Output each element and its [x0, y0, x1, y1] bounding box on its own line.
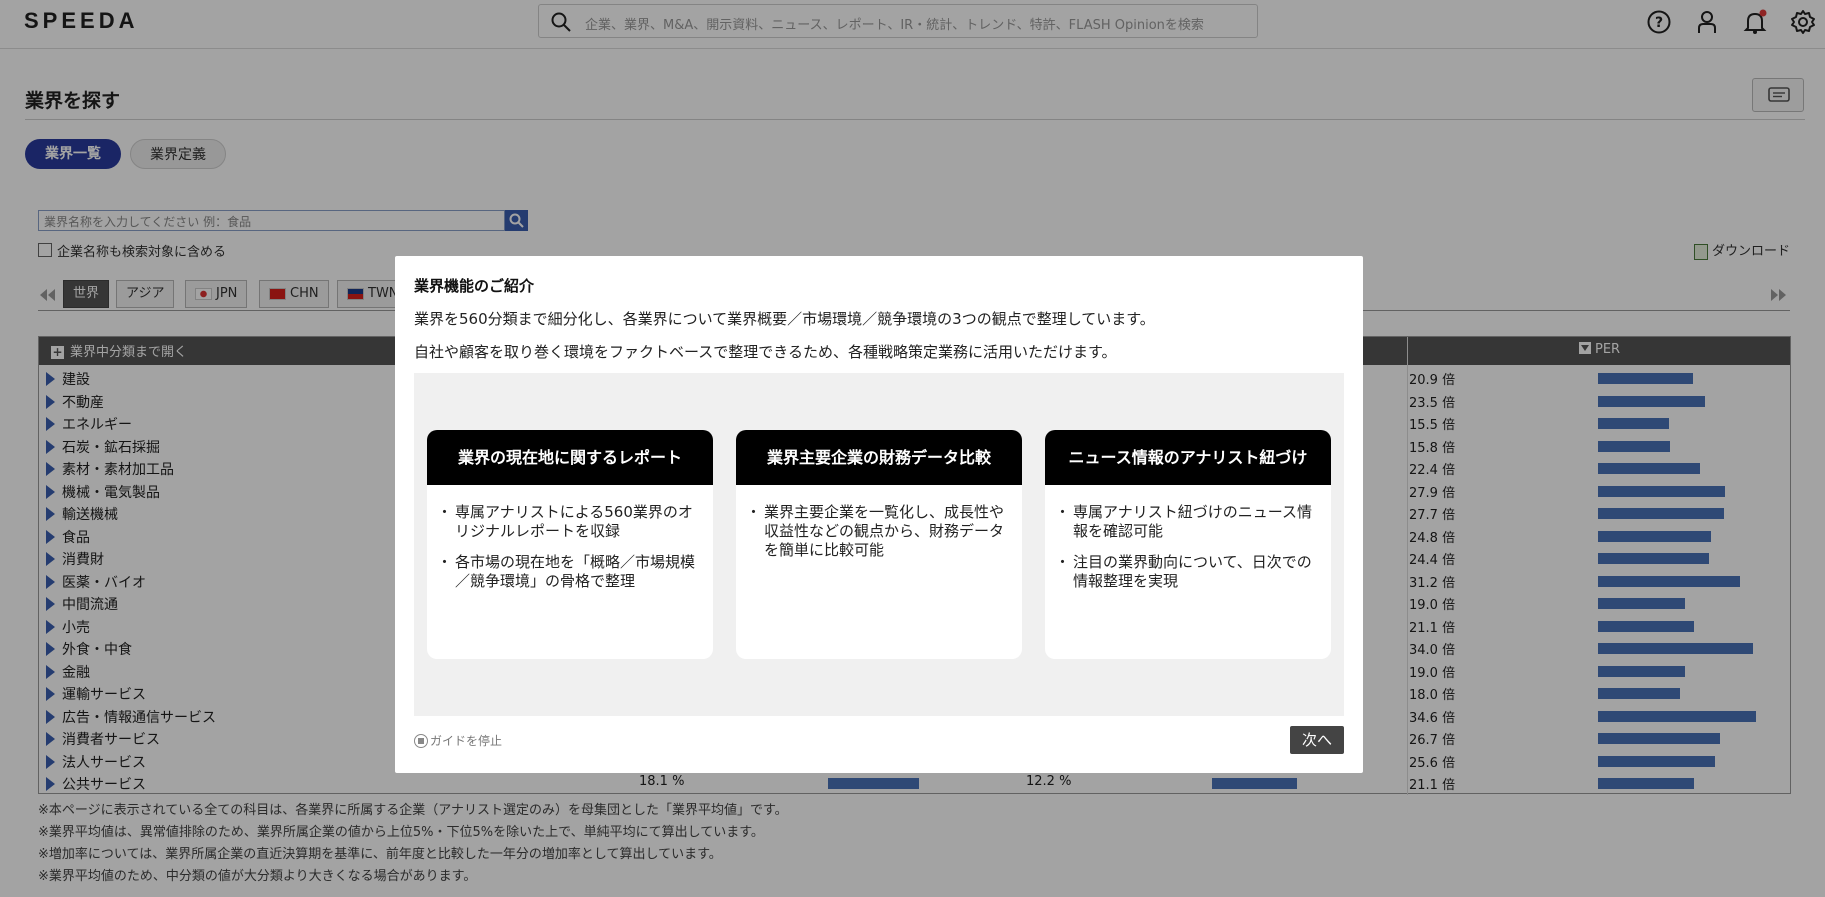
stop-guide-button[interactable]: ガイドを停止: [414, 732, 502, 749]
stop-icon: [414, 734, 428, 748]
feature-cards-panel: 業界の現在地に関するレポート 専属アナリストによる560業界のオリジナルレポート…: [414, 373, 1344, 716]
feature-card-title: 業界の現在地に関するレポート: [427, 430, 713, 485]
feature-bullet: 業界主要企業を一覧化し、成長性や収益性などの観点から、財務データを簡単に比較可能: [746, 503, 1008, 560]
modal-description-2: 自社や顧客を取り巻く環境をファクトベースで整理できるため、各種戦略策定業務に活用…: [414, 343, 1117, 361]
stop-guide-label: ガイドを停止: [430, 734, 503, 748]
feature-bullet: 専属アナリストによる560業界のオリジナルレポートを収録: [437, 503, 699, 541]
feature-card-financial: 業界主要企業の財務データ比較 業界主要企業を一覧化し、成長性や収益性などの観点か…: [736, 430, 1022, 659]
modal-title: 業界機能のご紹介: [414, 277, 535, 295]
next-button[interactable]: 次へ: [1290, 726, 1344, 754]
feature-bullet: 各市場の現在地を「概略／市場規模／競争環境」の骨格で整理: [437, 553, 699, 591]
feature-intro-modal: 業界機能のご紹介 業界を560分類まで細分化し、各業界について業界概要／市場環境…: [395, 256, 1363, 773]
feature-bullet: 注目の業界動向について、日次での情報整理を実現: [1055, 553, 1317, 591]
modal-description-1: 業界を560分類まで細分化し、各業界について業界概要／市場環境／競争環境の3つの…: [414, 310, 1155, 328]
feature-card-title: ニュース情報のアナリスト紐づけ: [1045, 430, 1331, 485]
feature-card-news: ニュース情報のアナリスト紐づけ 専属アナリスト紐づけのニュース情報を確認可能 注…: [1045, 430, 1331, 659]
feature-card-title: 業界主要企業の財務データ比較: [736, 430, 1022, 485]
feature-bullet: 専属アナリスト紐づけのニュース情報を確認可能: [1055, 503, 1317, 541]
feature-card-report: 業界の現在地に関するレポート 専属アナリストによる560業界のオリジナルレポート…: [427, 430, 713, 659]
